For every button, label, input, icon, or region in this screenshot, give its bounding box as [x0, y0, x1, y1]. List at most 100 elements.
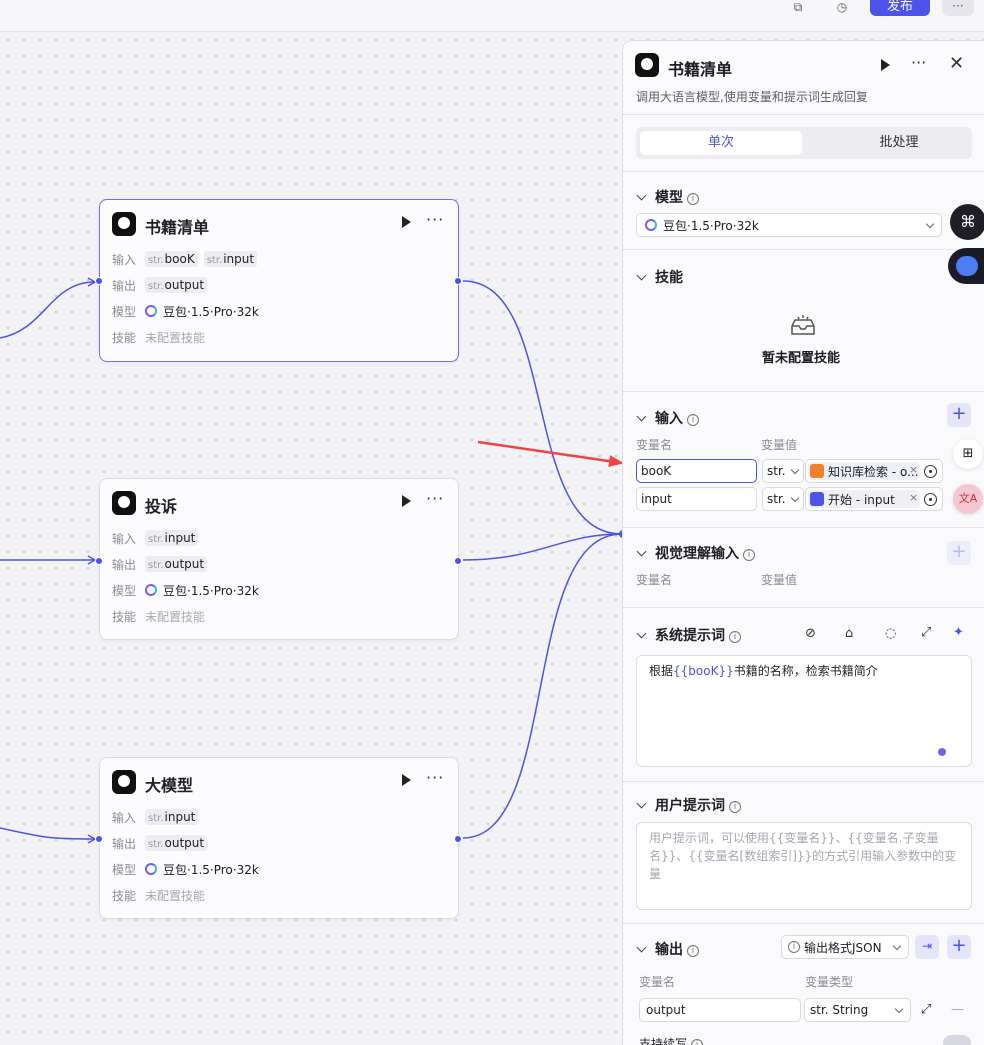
input-var-name-field[interactable]: booK [636, 459, 757, 483]
chevron-down-icon [636, 546, 647, 557]
user-prompt-editor[interactable]: 用户提示词，可以使用{{变量名}}、{{变量名.子变量名}}、{{变量名[数组索… [636, 822, 972, 910]
output-port[interactable] [454, 557, 462, 565]
bot-logo-icon [112, 212, 136, 236]
doubao-model-icon [145, 305, 157, 317]
input-port[interactable] [95, 277, 103, 285]
more-icon[interactable]: ··· [426, 210, 444, 229]
grid-shortcut-button[interactable]: ⌘ [950, 204, 984, 240]
output-import-button[interactable]: ⇥ [915, 935, 939, 959]
more-icon[interactable]: ··· [426, 768, 444, 787]
knowledge-base-icon [810, 464, 824, 478]
wire-out-3 [462, 533, 623, 839]
node-title: 大模型 [145, 776, 194, 795]
input-var-name-field[interactable]: input [636, 487, 757, 511]
apps-add-icon[interactable]: ⊞ [953, 439, 983, 469]
input-type-select[interactable]: str. [762, 459, 804, 483]
close-icon[interactable]: ✕ [949, 53, 964, 74]
output-var-name-field[interactable]: output [639, 998, 801, 1022]
input-section-header[interactable]: 输入 i [636, 408, 699, 428]
output-type-select[interactable]: str. String [804, 998, 911, 1022]
streaming-toggle[interactable] [943, 1035, 971, 1045]
system-prompt-header[interactable]: 系统提示词 i [636, 625, 741, 645]
output-port[interactable] [454, 277, 462, 285]
play-icon[interactable] [402, 774, 411, 786]
node-model-row: 模型 豆包·1.5·Pro·32k [112, 862, 259, 877]
panel-description: 调用大语言模型,使用变量和提示词生成回复 [636, 90, 868, 104]
doubao-model-icon [645, 219, 657, 231]
info-icon: i [729, 801, 741, 813]
info-icon: i [743, 549, 755, 561]
info-icon: i [729, 631, 741, 643]
chevron-down-icon [636, 942, 647, 953]
node-complaint[interactable]: 投诉 ··· 输入 str.input 输出 str.output 模型 豆包·… [95, 478, 462, 640]
input-port[interactable] [95, 557, 103, 565]
user-prompt-header[interactable]: 用户提示词 i [636, 795, 741, 815]
doubao-model-icon [145, 863, 157, 875]
input-value-reference[interactable]: 知识库检索 - o... × [805, 459, 943, 483]
model-select[interactable]: 豆包·1.5·Pro·32k [636, 213, 942, 237]
bot-logo-icon [635, 53, 659, 77]
node-output-row: 输出 str.output [100, 830, 458, 856]
ai-optimize-icon[interactable]: ✦ [953, 625, 964, 640]
more-icon[interactable]: ··· [426, 489, 444, 508]
wire-out-1 [462, 280, 623, 535]
input-port[interactable] [95, 835, 103, 843]
output-tag: str.output [145, 556, 208, 572]
node-output-row: 输出 str.output [100, 551, 458, 577]
bot-face-icon [956, 256, 978, 276]
add-vision-input-button[interactable]: + [947, 541, 971, 565]
system-prompt-editor[interactable]: 根据{{booK}}书籍的名称，检索书籍简介 [636, 655, 972, 767]
variable-reference: {{booK}} [673, 664, 734, 678]
model-section-header[interactable]: 模型 i [636, 187, 699, 207]
remove-reference-icon[interactable]: × [909, 491, 918, 504]
doubao-model-icon [145, 584, 157, 596]
node-book-list[interactable]: 书籍清单 ··· 输入 str.booK str.input 输出 str.ou… [95, 199, 462, 362]
output-port[interactable] [454, 835, 462, 843]
info-icon: i [691, 1039, 704, 1045]
bot-logo-icon [112, 491, 136, 515]
input-value-reference[interactable]: 开始 - input × [805, 487, 943, 511]
vision-input-section-header[interactable]: 视觉理解输入 i [636, 543, 755, 563]
translate-icon[interactable]: 文A [953, 484, 983, 514]
bot-logo-icon [112, 770, 136, 794]
output-tag: str.output [145, 835, 208, 851]
add-input-button[interactable]: + [947, 403, 971, 427]
chevron-down-icon [636, 270, 647, 281]
chevron-down-icon [636, 190, 647, 201]
info-icon: i [687, 414, 699, 426]
expand-icon[interactable]: ⤢ [921, 625, 931, 640]
node-large-model[interactable]: 大模型 ··· 输入 str.input 输出 str.output 模型 豆包… [95, 757, 462, 919]
node-title: 投诉 [145, 497, 178, 516]
lightbulb-icon[interactable]: ◌ [885, 626, 896, 641]
no-skill-text: 暂未配置技能 [762, 351, 841, 366]
input-type-select[interactable]: str. [762, 487, 804, 511]
assistant-bot-button[interactable] [948, 248, 984, 284]
run-mode-tabs: 单次 批处理 [636, 127, 972, 159]
output-tag: str.output [145, 277, 208, 293]
add-output-button[interactable]: + [947, 935, 971, 959]
variable-picker-icon[interactable] [924, 465, 937, 478]
skills-section-header[interactable]: 技能 [636, 267, 683, 287]
tab-batch[interactable]: 批处理 [818, 131, 980, 155]
input-tag: str.input [145, 809, 199, 825]
node-skill-row: 技能 未配置技能 [112, 888, 206, 903]
expand-icon[interactable]: ⤢ [921, 1002, 931, 1017]
remove-reference-icon[interactable]: × [909, 463, 918, 476]
chevron-down-icon [636, 628, 647, 639]
tab-single[interactable]: 单次 [640, 131, 802, 155]
output-section-header[interactable]: 输出 i [636, 939, 699, 959]
run-icon[interactable] [881, 59, 890, 71]
remove-output-icon[interactable]: — [951, 1002, 964, 1017]
play-icon[interactable] [402, 216, 411, 228]
output-format-select[interactable]: i 输出格式JSON [781, 935, 909, 959]
compass-icon[interactable]: ⊘ [805, 626, 816, 641]
chevron-down-icon [636, 798, 647, 809]
chevron-down-icon [636, 411, 647, 422]
node-model-row: 模型 豆包·1.5·Pro·32k [112, 583, 259, 598]
more-icon[interactable]: ··· [911, 53, 926, 72]
library-icon[interactable]: ⌂ [845, 626, 853, 641]
play-icon[interactable] [402, 495, 411, 507]
input-tag: str.input [145, 530, 199, 546]
node-skill-row: 技能 未配置技能 [112, 330, 206, 345]
variable-picker-icon[interactable] [924, 493, 937, 506]
